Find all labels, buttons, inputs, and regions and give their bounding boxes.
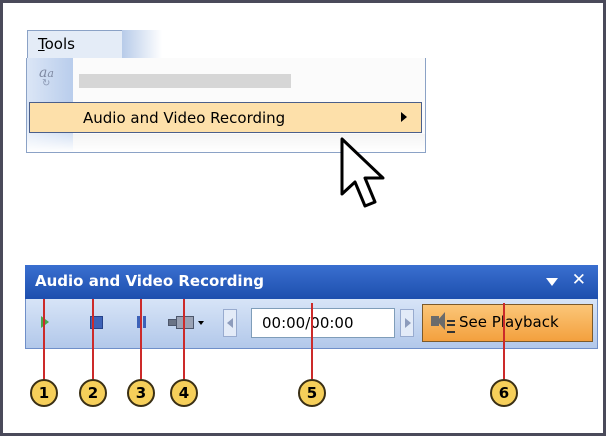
callout-3: 3 — [127, 379, 155, 407]
tools-menu-tab[interactable]: Tools — [27, 30, 123, 58]
toolbar-title-bar[interactable]: Audio and Video Recording ✕ — [25, 265, 598, 299]
submenu-arrow-icon — [401, 112, 407, 122]
callout-6: 6 — [490, 379, 518, 407]
close-icon[interactable]: ✕ — [572, 270, 586, 290]
seek-back-button[interactable] — [223, 309, 237, 337]
callout-line-6 — [503, 303, 505, 379]
see-playback-label: See Playback — [459, 313, 559, 331]
callout-1: 1 — [30, 379, 58, 407]
callout-line-5 — [311, 303, 313, 379]
time-value: 00:00/00:00 — [262, 314, 354, 332]
callout-2: 2 — [79, 379, 107, 407]
translate-icon: aa ↻ — [39, 65, 54, 89]
camera-icon — [176, 316, 194, 329]
callout-line-2 — [92, 299, 94, 379]
time-display[interactable]: 00:00/00:00 — [251, 308, 395, 338]
playback-speaker-icon — [431, 312, 455, 334]
tools-menu-label: Tools — [38, 35, 75, 53]
callout-line-1 — [43, 299, 45, 379]
callout-line-3 — [140, 299, 142, 379]
camera-dropdown-icon[interactable] — [198, 321, 204, 325]
see-playback-button[interactable]: See Playback — [422, 304, 593, 342]
pause-button[interactable] — [137, 316, 147, 328]
menu-item-audio-video-recording[interactable]: Audio and Video Recording — [29, 102, 422, 133]
menubar-fade — [122, 30, 162, 60]
callout-4: 4 — [170, 379, 198, 407]
menu-item-label: Audio and Video Recording — [83, 109, 286, 127]
mouse-cursor-icon — [340, 137, 385, 208]
screenshot-frame: Tools aa ↻ Audio and Video Recording Audi… — [0, 0, 606, 436]
toolbar-title: Audio and Video Recording — [35, 272, 264, 290]
seek-forward-button[interactable] — [400, 309, 414, 337]
toolbar-options-dropdown-icon[interactable] — [546, 278, 558, 286]
record-camera-button[interactable] — [168, 313, 206, 331]
callout-5: 5 — [298, 379, 326, 407]
blurred-menu-item[interactable] — [79, 74, 291, 88]
callout-line-4 — [183, 299, 185, 379]
